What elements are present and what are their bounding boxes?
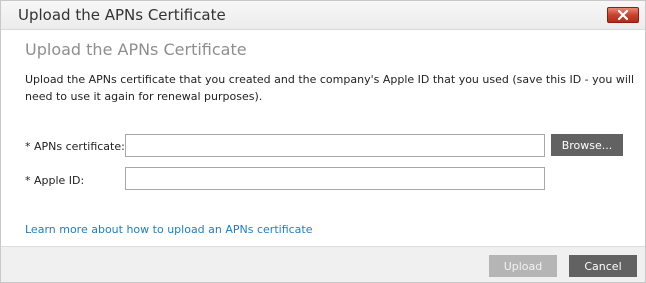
- upload-button[interactable]: Upload: [489, 255, 557, 277]
- apns-certificate-input[interactable]: [125, 134, 545, 157]
- apple-id-label: * Apple ID:: [25, 174, 85, 187]
- cancel-button[interactable]: Cancel: [569, 255, 637, 277]
- browse-button[interactable]: Browse...: [551, 134, 623, 156]
- page-heading: Upload the APNs Certificate: [25, 40, 247, 59]
- learn-more-link[interactable]: Learn more about how to upload an APNs c…: [25, 223, 313, 236]
- dialog-footer: Upload Cancel: [1, 246, 645, 282]
- apns-certificate-label: * APNs certificate:: [25, 140, 125, 153]
- dialog-title: Upload the APNs Certificate: [18, 6, 226, 24]
- dialog-titlebar: Upload the APNs Certificate: [1, 1, 645, 30]
- close-button[interactable]: [607, 7, 639, 23]
- apple-id-input[interactable]: [125, 167, 545, 190]
- instructions-text: Upload the APNs certificate that you cre…: [25, 73, 635, 103]
- upload-apns-dialog: Upload the APNs Certificate Upload the A…: [0, 0, 646, 283]
- close-icon: [617, 9, 629, 21]
